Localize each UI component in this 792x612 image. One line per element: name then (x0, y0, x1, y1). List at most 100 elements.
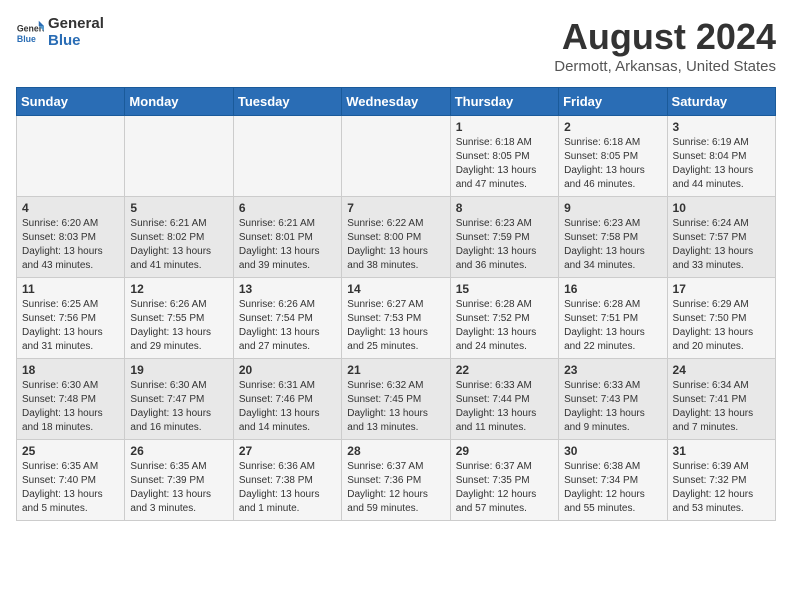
calendar-table: SundayMondayTuesdayWednesdayThursdayFrid… (16, 87, 776, 521)
day-info: Sunrise: 6:33 AM Sunset: 7:44 PM Dayligh… (456, 379, 553, 435)
header-sunday: Sunday (17, 88, 125, 116)
day-info: Sunrise: 6:35 AM Sunset: 7:40 PM Dayligh… (22, 460, 119, 516)
day-number: 30 (564, 444, 661, 458)
day-number: 21 (347, 363, 444, 377)
calendar-cell: 18Sunrise: 6:30 AM Sunset: 7:48 PM Dayli… (17, 359, 125, 440)
calendar-cell: 28 Sunrise: 6:37 AM Sunset: 7:36 PM Dayli… (342, 440, 450, 521)
week-row-0: 1 Sunrise: 6:18 AM Sunset: 8:05 PM Daylig… (17, 116, 776, 197)
day-info: Sunrise: 6:19 AM Sunset: 8:04 PM Dayligh… (673, 136, 770, 192)
calendar-cell: 8 Sunrise: 6:23 AM Sunset: 7:59 PM Daylig… (450, 197, 558, 278)
day-number: 22 (456, 363, 553, 377)
day-number: 9 (564, 201, 661, 215)
calendar-cell: 13 Sunrise: 6:26 AM Sunset: 7:54 PM Dayli… (233, 278, 341, 359)
day-info: Sunrise: 6:37 AM Sunset: 7:36 PM Dayligh… (347, 460, 444, 516)
day-number: 23 (564, 363, 661, 377)
day-number: 19 (130, 363, 227, 377)
day-number: 10 (673, 201, 770, 215)
calendar-cell: 21 Sunrise: 6:32 AM Sunset: 7:45 PM Dayli… (342, 359, 450, 440)
day-number: 12 (130, 282, 227, 296)
day-number: 7 (347, 201, 444, 215)
day-info: Sunrise: 6:30 AM Sunset: 7:47 PM Dayligh… (130, 379, 227, 435)
calendar-cell: 4 Sunrise: 6:20 AM Sunset: 8:03 PM Daylig… (17, 197, 125, 278)
day-info: Sunrise: 6:37 AM Sunset: 7:35 PM Dayligh… (456, 460, 553, 516)
day-info: Sunrise: 6:39 AM Sunset: 7:32 PM Dayligh… (673, 460, 770, 516)
day-number: 8 (456, 201, 553, 215)
day-number: 24 (673, 363, 770, 377)
header-saturday: Saturday (667, 88, 775, 116)
day-number: 14 (347, 282, 444, 296)
calendar-cell: 24Sunrise: 6:34 AM Sunset: 7:41 PM Dayli… (667, 359, 775, 440)
calendar-cell (342, 116, 450, 197)
calendar-cell: 25Sunrise: 6:35 AM Sunset: 7:40 PM Dayli… (17, 440, 125, 521)
header-tuesday: Tuesday (233, 88, 341, 116)
day-number: 18 (22, 363, 119, 377)
day-number: 13 (239, 282, 336, 296)
day-info: Sunrise: 6:20 AM Sunset: 8:03 PM Dayligh… (22, 217, 119, 273)
subtitle: Dermott, Arkansas, United States (554, 58, 776, 75)
day-info: Sunrise: 6:28 AM Sunset: 7:52 PM Dayligh… (456, 298, 553, 354)
day-info: Sunrise: 6:24 AM Sunset: 7:57 PM Dayligh… (673, 217, 770, 273)
calendar-cell: 19 Sunrise: 6:30 AM Sunset: 7:47 PM Dayli… (125, 359, 233, 440)
calendar-cell: 16 Sunrise: 6:28 AM Sunset: 7:51 PM Dayli… (559, 278, 667, 359)
calendar-cell: 9 Sunrise: 6:23 AM Sunset: 7:58 PM Daylig… (559, 197, 667, 278)
day-info: Sunrise: 6:21 AM Sunset: 8:01 PM Dayligh… (239, 217, 336, 273)
calendar-cell: 27 Sunrise: 6:36 AM Sunset: 7:38 PM Dayli… (233, 440, 341, 521)
calendar-cell: 23Sunrise: 6:33 AM Sunset: 7:43 PM Dayli… (559, 359, 667, 440)
calendar-cell: 11Sunrise: 6:25 AM Sunset: 7:56 PM Dayli… (17, 278, 125, 359)
day-info: Sunrise: 6:36 AM Sunset: 7:38 PM Dayligh… (239, 460, 336, 516)
logo-text: General Blue (48, 16, 104, 49)
header-wednesday: Wednesday (342, 88, 450, 116)
calendar-cell: 29 Sunrise: 6:37 AM Sunset: 7:35 PM Dayli… (450, 440, 558, 521)
day-info: Sunrise: 6:18 AM Sunset: 8:05 PM Dayligh… (456, 136, 553, 192)
calendar-cell: 12Sunrise: 6:26 AM Sunset: 7:55 PM Dayli… (125, 278, 233, 359)
day-number: 27 (239, 444, 336, 458)
day-info: Sunrise: 6:35 AM Sunset: 7:39 PM Dayligh… (130, 460, 227, 516)
header-monday: Monday (125, 88, 233, 116)
calendar-cell: 26 Sunrise: 6:35 AM Sunset: 7:39 PM Dayli… (125, 440, 233, 521)
calendar-cell (17, 116, 125, 197)
day-number: 4 (22, 201, 119, 215)
day-number: 2 (564, 120, 661, 134)
day-info: Sunrise: 6:27 AM Sunset: 7:53 PM Dayligh… (347, 298, 444, 354)
day-number: 5 (130, 201, 227, 215)
calendar-cell: 31 Sunrise: 6:39 AM Sunset: 7:32 PM Dayli… (667, 440, 775, 521)
logo-blue: Blue (48, 33, 104, 50)
svg-text:Blue: Blue (17, 33, 36, 43)
day-number: 15 (456, 282, 553, 296)
day-info: Sunrise: 6:38 AM Sunset: 7:34 PM Dayligh… (564, 460, 661, 516)
day-info: Sunrise: 6:29 AM Sunset: 7:50 PM Dayligh… (673, 298, 770, 354)
header: General Blue General Blue August 2024 De… (16, 16, 776, 75)
day-number: 11 (22, 282, 119, 296)
day-number: 28 (347, 444, 444, 458)
week-row-4: 25Sunrise: 6:35 AM Sunset: 7:40 PM Dayli… (17, 440, 776, 521)
day-number: 29 (456, 444, 553, 458)
day-number: 3 (673, 120, 770, 134)
day-number: 1 (456, 120, 553, 134)
day-info: Sunrise: 6:31 AM Sunset: 7:46 PM Dayligh… (239, 379, 336, 435)
day-info: Sunrise: 6:32 AM Sunset: 7:45 PM Dayligh… (347, 379, 444, 435)
day-number: 17 (673, 282, 770, 296)
week-row-3: 18Sunrise: 6:30 AM Sunset: 7:48 PM Dayli… (17, 359, 776, 440)
day-info: Sunrise: 6:23 AM Sunset: 7:59 PM Dayligh… (456, 217, 553, 273)
logo-general: General (48, 16, 104, 33)
calendar-cell: 7Sunrise: 6:22 AM Sunset: 8:00 PM Daylig… (342, 197, 450, 278)
day-number: 16 (564, 282, 661, 296)
header-friday: Friday (559, 88, 667, 116)
day-number: 20 (239, 363, 336, 377)
calendar-cell: 5Sunrise: 6:21 AM Sunset: 8:02 PM Daylig… (125, 197, 233, 278)
calendar-cell: 3 Sunrise: 6:19 AM Sunset: 8:04 PM Daylig… (667, 116, 775, 197)
day-number: 26 (130, 444, 227, 458)
day-number: 31 (673, 444, 770, 458)
title-area: August 2024 Dermott, Arkansas, United St… (554, 16, 776, 75)
calendar-cell: 2 Sunrise: 6:18 AM Sunset: 8:05 PM Daylig… (559, 116, 667, 197)
day-info: Sunrise: 6:23 AM Sunset: 7:58 PM Dayligh… (564, 217, 661, 273)
calendar-header-row: SundayMondayTuesdayWednesdayThursdayFrid… (17, 88, 776, 116)
week-row-1: 4 Sunrise: 6:20 AM Sunset: 8:03 PM Daylig… (17, 197, 776, 278)
day-info: Sunrise: 6:26 AM Sunset: 7:54 PM Dayligh… (239, 298, 336, 354)
week-row-2: 11Sunrise: 6:25 AM Sunset: 7:56 PM Dayli… (17, 278, 776, 359)
day-number: 6 (239, 201, 336, 215)
header-thursday: Thursday (450, 88, 558, 116)
calendar-cell (233, 116, 341, 197)
day-info: Sunrise: 6:28 AM Sunset: 7:51 PM Dayligh… (564, 298, 661, 354)
day-info: Sunrise: 6:18 AM Sunset: 8:05 PM Dayligh… (564, 136, 661, 192)
